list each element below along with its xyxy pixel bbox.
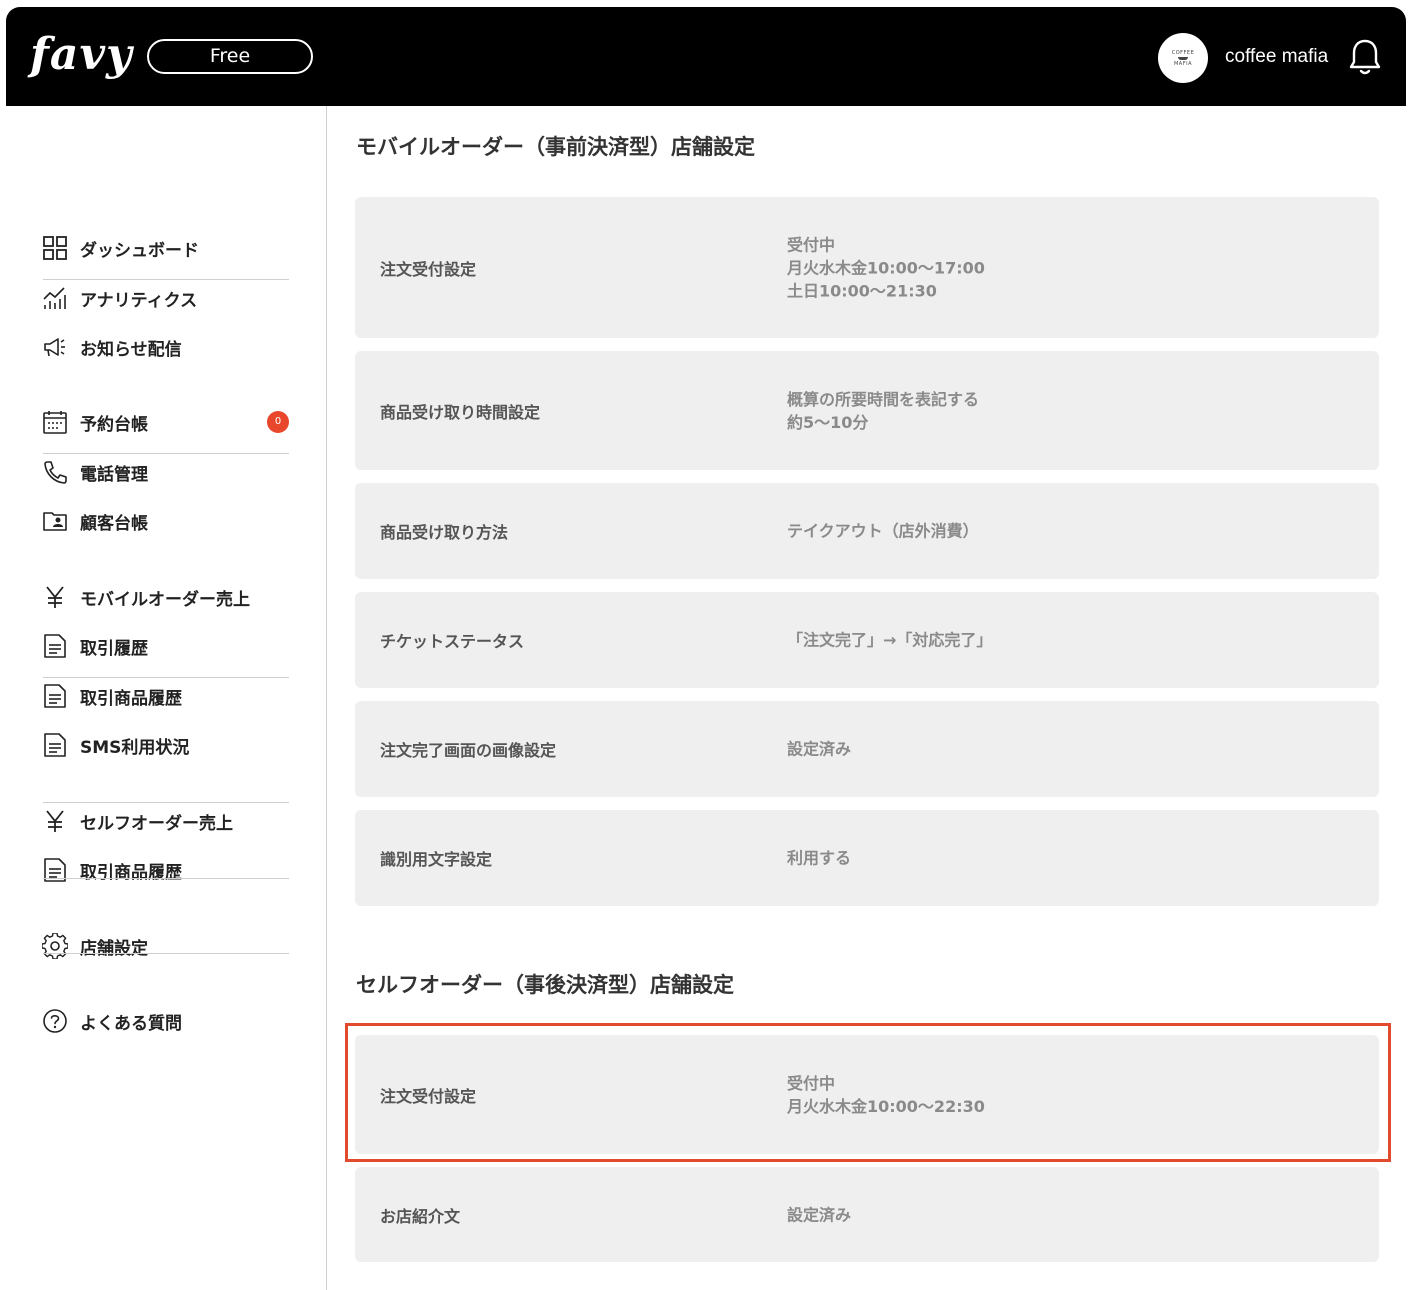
- sidebar-item-analytics[interactable]: アナリティクス: [42, 283, 302, 313]
- pickup-method-row[interactable]: 商品受け取り方法 テイクアウト（店外消費）: [355, 483, 1379, 579]
- sidebar-item-mobile-order-sales[interactable]: モバイルオーダー売上: [42, 582, 302, 612]
- completion-image-row[interactable]: 注文完了画面の画像設定 設定済み: [355, 701, 1379, 797]
- setting-value: 利用する: [787, 848, 852, 868]
- store-name[interactable]: coffee mafia: [1225, 43, 1328, 71]
- ticket-status-row[interactable]: チケットステータス 「注文完了」→「対応完了」: [355, 592, 1379, 688]
- pickup-time-row[interactable]: 商品受け取り時間設定 概算の所要時間を表記する 約5〜10分: [355, 351, 1379, 470]
- setting-value: テイクアウト（店外消費）: [787, 521, 979, 541]
- sidebar-item-notifications[interactable]: お知らせ配信: [42, 332, 302, 362]
- sidebar-item-faq[interactable]: よくある質問: [42, 1006, 302, 1036]
- sidebar-item-dashboard[interactable]: ダッシュボード: [42, 233, 302, 263]
- sidebar-item-transaction-product-history[interactable]: 取引商品履歴: [42, 681, 302, 711]
- setting-value: 受付中 月火水木金10:00〜17:00 土日10:00〜21:30: [787, 235, 985, 300]
- reservation-count-badge: 0: [267, 411, 289, 433]
- sidebar-item-reservations[interactable]: 予約台帳 0: [42, 407, 302, 437]
- sidebar-item-label: モバイルオーダー売上: [80, 589, 250, 610]
- avatar-text-top: COFFEE: [1171, 49, 1195, 56]
- sidebar-item-label: お知らせ配信: [80, 339, 182, 360]
- sidebar-item-label: セルフオーダー売上: [80, 813, 233, 834]
- avatar-text-bottom: MAFIA: [1173, 60, 1192, 67]
- document-icon: [44, 684, 66, 708]
- sidebar-item-label: アナリティクス: [80, 290, 198, 311]
- sidebar-item-store-settings[interactable]: 店舗設定: [42, 931, 302, 961]
- sidebar-divider: [43, 677, 289, 678]
- yen-icon: [46, 810, 64, 832]
- bell-icon[interactable]: [1348, 37, 1382, 77]
- setting-value: 概算の所要時間を表記する 約5〜10分: [787, 389, 980, 432]
- sidebar-divider: [43, 802, 289, 803]
- sidebar-divider: [43, 878, 289, 879]
- sidebar: ダッシュボード アナリティクス お知らせ配信 予約台帳 0 電話管理 顧客台帳 …: [0, 106, 326, 1290]
- highlight-box: [345, 1023, 1391, 1162]
- sidebar-item-sms-usage[interactable]: SMS利用状況: [42, 730, 302, 760]
- analytics-icon: [43, 287, 66, 309]
- setting-value: 設定済み: [787, 739, 852, 759]
- store-avatar[interactable]: COFFEE MAFIA: [1158, 33, 1208, 83]
- sidebar-item-label: 電話管理: [80, 464, 148, 485]
- customer-card-icon: [43, 512, 67, 531]
- sidebar-item-label: 予約台帳: [80, 414, 148, 435]
- sidebar-item-label: 顧客台帳: [80, 513, 148, 534]
- setting-label: チケットステータス: [380, 632, 525, 651]
- sidebar-item-phone[interactable]: 電話管理: [42, 457, 302, 487]
- top-header: favy Free COFFEE MAFIA coffee mafia: [6, 7, 1406, 106]
- sidebar-item-label: 取引履歴: [80, 638, 148, 659]
- sidebar-item-self-order-sales[interactable]: セルフオーダー売上: [42, 806, 302, 836]
- setting-value: 設定済み: [787, 1205, 852, 1224]
- setting-value: 「注文完了」→「対応完了」: [787, 630, 993, 650]
- sidebar-item-label: ダッシュボード: [80, 240, 199, 261]
- setting-label: 商品受け取り時間設定: [380, 402, 541, 422]
- document-icon: [44, 634, 66, 658]
- setting-label: 商品受け取り方法: [380, 523, 509, 542]
- sidebar-item-self-order-product-history[interactable]: 取引商品履歴: [42, 855, 302, 885]
- help-icon: [43, 1009, 67, 1033]
- document-icon: [44, 858, 66, 882]
- mobile-order-settings-title: モバイルオーダー（事前決済型）店舗設定: [356, 135, 755, 159]
- sidebar-divider: [43, 953, 289, 954]
- sidebar-border: [326, 106, 327, 1290]
- setting-label: 注文完了画面の画像設定: [380, 741, 557, 760]
- sidebar-divider: [43, 279, 289, 280]
- setting-label: 注文受付設定: [380, 259, 477, 279]
- document-icon: [44, 733, 66, 757]
- favy-logo[interactable]: favy: [30, 25, 133, 85]
- calendar-icon: [43, 411, 67, 434]
- gear-icon: [42, 933, 68, 959]
- mobile-order-acceptance-row[interactable]: 注文受付設定 受付中 月火水木金10:00〜17:00 土日10:00〜21:3…: [355, 197, 1379, 338]
- sidebar-item-label: よくある質問: [80, 1013, 182, 1034]
- dashboard-icon: [43, 236, 67, 260]
- plan-badge[interactable]: Free: [147, 39, 313, 74]
- megaphone-icon: [44, 338, 65, 357]
- setting-label: 識別用文字設定: [380, 850, 493, 869]
- cup-mark: [1178, 56, 1188, 60]
- store-introduction-row[interactable]: お店紹介文 設定済み: [355, 1167, 1379, 1262]
- phone-icon: [44, 461, 67, 484]
- sidebar-item-label: SMS利用状況: [80, 737, 190, 758]
- self-order-settings-title: セルフオーダー（事後決済型）店舗設定: [356, 973, 734, 997]
- sidebar-item-transaction-history[interactable]: 取引履歴: [42, 631, 302, 661]
- identifier-text-row[interactable]: 識別用文字設定 利用する: [355, 810, 1379, 906]
- yen-icon: [46, 586, 64, 608]
- sidebar-item-customers[interactable]: 顧客台帳: [42, 506, 302, 536]
- sidebar-divider: [43, 453, 289, 454]
- sidebar-item-label: 取引商品履歴: [80, 688, 182, 709]
- setting-label: お店紹介文: [380, 1206, 461, 1226]
- sidebar-item-label: 店舗設定: [80, 938, 148, 959]
